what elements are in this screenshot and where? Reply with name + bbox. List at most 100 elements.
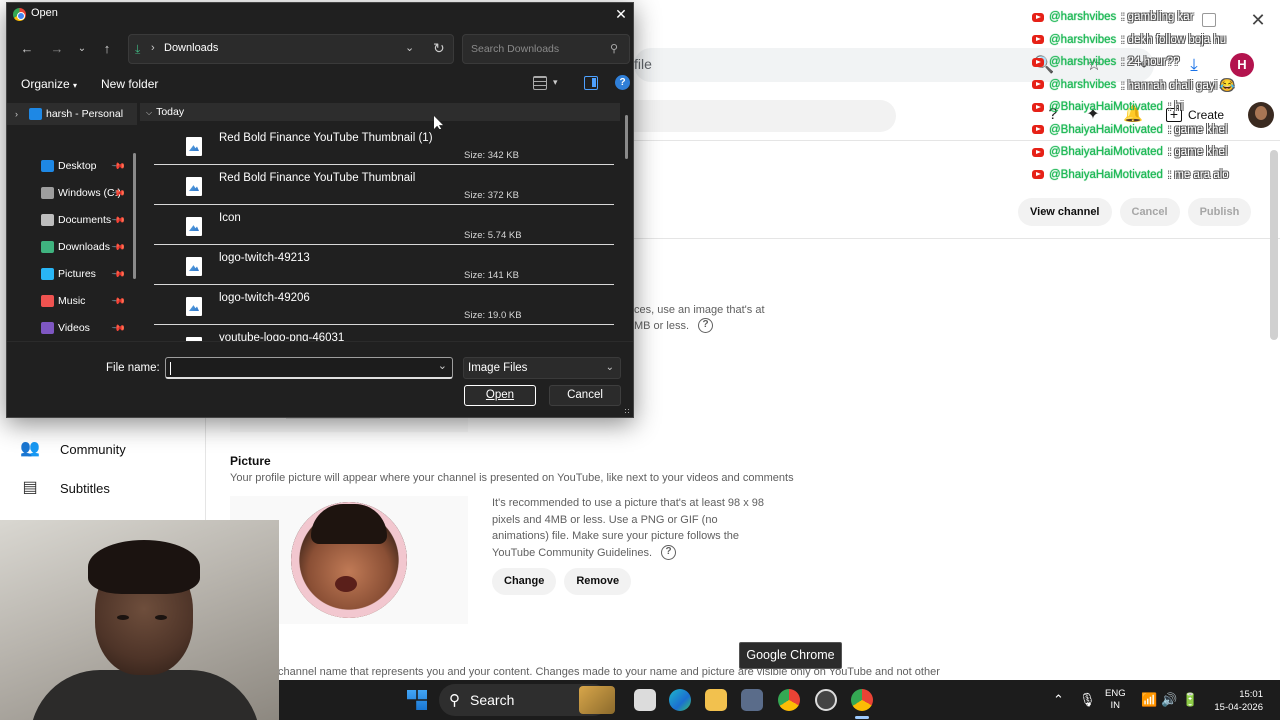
view-details-icon[interactable] [533,76,547,90]
show-hidden-icons-chevron-icon[interactable]: ⌃ [1053,692,1064,708]
input-language-indicator[interactable]: ENG IN [1105,688,1126,712]
sidebar-item-label: Subtitles [60,480,110,496]
chat-text: : me ara alo [1167,168,1229,181]
change-picture-button[interactable]: Change [492,568,557,595]
file-row[interactable]: logo-twitch-49206 Size: 19.0 KB [154,285,614,325]
chat-message: @BhaiyaHaiMotivated: hi [1032,96,1272,119]
volume-icon[interactable]: 🔊 [1161,692,1177,708]
dialog-close-button[interactable]: ✕ [611,4,631,24]
battery-icon[interactable]: 🔋 [1182,692,1198,708]
file-row[interactable]: Red Bold Finance YouTube Thumbnail Size: … [154,165,614,205]
refresh-icon[interactable]: ↻ [433,40,445,57]
file-explorer-icon[interactable] [705,689,727,711]
path-current-folder[interactable]: Downloads [164,42,218,54]
sidebar-item-downloads[interactable]: Downloads 📌 [7,236,137,258]
forward-arrow-icon[interactable]: → [45,37,69,61]
pin-icon: 📌 [111,320,127,336]
pin-icon: 📌 [111,212,127,228]
remove-picture-button[interactable]: Remove [564,568,632,595]
path-separator-icon[interactable]: › [151,42,155,54]
taskbar: ⚲ Search ⌃ 🎙 ENG IN 📶 🔊 🔋 15:01 15-04-20… [279,680,1280,720]
chat-text: : hannah chali gayi 😂 [1121,79,1235,92]
file-type-select[interactable]: Image Files ⌄ [463,357,621,379]
sidebar-item-documents[interactable]: Documents 📌 [7,209,137,231]
banner-help-icon[interactable]: ? [698,318,713,333]
sidebar-item-community[interactable]: 👥 Community [20,439,126,459]
file-name: logo-twitch-49213 [219,252,310,264]
sidebar-item-desktop[interactable]: Desktop 📌 [7,155,137,177]
recent-locations-chevron-icon[interactable]: ⌄ [75,37,89,61]
dialog-nav-buttons: ← → ⌄ ↑ [15,37,119,61]
file-row[interactable]: youtube-logo-png-46031 [154,325,614,341]
cancel-changes-button[interactable]: Cancel [1119,198,1180,226]
edge-icon[interactable] [669,689,691,711]
chat-message: @harshvibes: gambling kar [1032,6,1272,29]
file-name-input[interactable] [165,357,453,379]
search-icon: ⚲ [449,692,460,709]
pictures-icon [41,268,54,280]
language-code: ENG [1105,688,1126,699]
search-icon: ⚲ [610,43,619,55]
path-history-chevron-icon[interactable]: ⌄ [405,41,414,54]
file-list-scrollbar[interactable] [625,115,628,159]
picture-buttons: Change Remove [492,568,632,595]
publish-button[interactable]: Publish [1187,198,1252,226]
cancel-button[interactable]: Cancel [549,385,621,406]
sidebar-item-videos[interactable]: Videos 📌 [7,317,137,339]
open-button[interactable]: Open [464,385,536,406]
address-path-bar[interactable]: ⤓ › Downloads ⌄ ↻ [128,34,454,64]
widgets-icon[interactable] [579,686,615,714]
sidebar-item-music[interactable]: Music 📌 [7,290,137,312]
up-arrow-icon[interactable]: ↑ [95,37,119,61]
picture-help-icon[interactable]: ? [661,545,677,561]
sidebar-item-pictures[interactable]: Pictures 📌 [7,263,137,285]
menu-kebab-icon[interactable]: ⋮ [1276,52,1280,78]
actions-divider [634,238,1280,239]
clock-time: 15:01 [1239,689,1263,700]
sidebar-item-harsh-personal[interactable]: › harsh - Personal [7,103,137,125]
view-options-chevron-icon[interactable]: ▾ [553,77,558,88]
sidebar-item-windows-c[interactable]: Windows (C:) 📌 [7,182,137,204]
task-view-icon[interactable] [634,689,656,711]
text-caret [170,362,171,375]
system-clock[interactable]: 15:01 15-04-2026 [1213,688,1263,714]
dialog-toolbar: Organize ▾ New folder ▾ ? [19,73,631,97]
file-row[interactable]: logo-twitch-49213 Size: 141 KB [154,245,614,285]
view-channel-button[interactable]: View channel [1018,198,1112,226]
studio-search-bar[interactable] [634,100,896,132]
youtube-icon [1032,147,1044,157]
chat-username: @harshvibes [1049,78,1117,91]
back-arrow-icon[interactable]: ← [15,37,39,61]
organize-button[interactable]: Organize ▾ [21,77,77,91]
chat-username: @BhaiyaHaiMotivated [1049,168,1163,181]
group-header-today[interactable]: ⌵ Today [140,103,620,121]
clock-date: 15-04-2026 [1214,702,1263,713]
file-row[interactable]: Red Bold Finance YouTube Thumbnail (1) Si… [154,125,614,165]
file-size: Size: 372 KB [464,190,519,201]
new-folder-button[interactable]: New folder [101,77,158,91]
microphone-icon[interactable]: 🎙 [1079,692,1096,708]
address-bar-text: file [634,56,652,72]
youtube-icon [1032,170,1044,180]
sidebar-item-subtitles[interactable]: ▤ Subtitles [20,478,110,498]
webcam-overlay [0,520,279,720]
chrome-icon[interactable] [778,689,800,711]
chat-username: @BhaiyaHaiMotivated [1049,123,1163,136]
obs-icon[interactable] [815,689,837,711]
file-row[interactable]: Icon Size: 5.74 KB [154,205,614,245]
microsoft-store-icon[interactable] [741,689,763,711]
windows-start-icon[interactable] [407,690,427,710]
preview-pane-icon[interactable] [584,76,598,90]
chat-message: @harshvibes : hannah chali gayi 😂 [1032,74,1272,97]
file-list: ⌵ Today Red Bold Finance YouTube Thumbnai… [140,101,630,341]
chat-text: : 24 hour?? [1121,56,1180,69]
resize-grip-icon[interactable] [624,408,631,415]
chat-message: @harshvibes: 24 hour?? [1032,51,1272,74]
chrome-profile-icon[interactable] [851,689,873,711]
help-icon[interactable]: ? [615,75,630,90]
dialog-search-box[interactable]: Search Downloads ⚲ [462,34,630,64]
wifi-icon[interactable]: 📶 [1141,692,1157,708]
dialog-title-bar[interactable]: Open ✕ [7,3,633,25]
expand-chevron-icon[interactable]: › [15,109,29,119]
group-header-label: Today [156,106,185,118]
